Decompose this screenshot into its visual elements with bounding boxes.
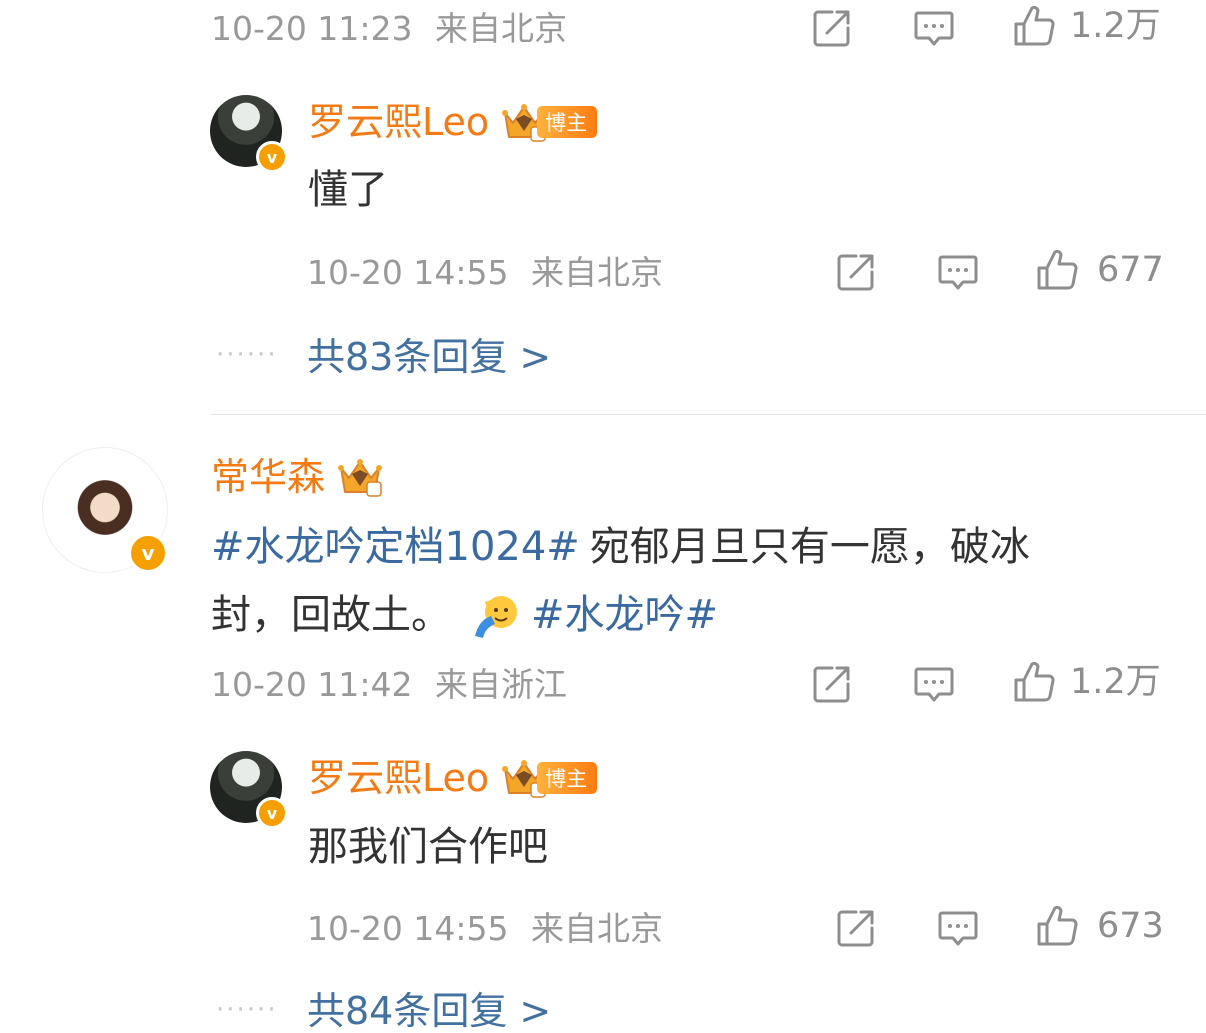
reply-location: 来自北京: [530, 909, 663, 948]
reply-location: 来自北京: [530, 253, 663, 292]
repost-icon[interactable]: [810, 662, 854, 706]
blogger-label: 博主: [545, 111, 588, 135]
comment-icon[interactable]: [912, 6, 956, 50]
reply-header: 罗云熙Leo 博主: [308, 101, 598, 143]
verified-icon: v: [256, 797, 288, 829]
comment-header: 常华森: [211, 456, 383, 498]
comment-location: 来自北京: [434, 9, 567, 48]
reply-text: 那我们合作吧: [308, 824, 548, 870]
comment-text: 封，回故土。: [211, 592, 451, 638]
like-count: 673: [1097, 905, 1164, 946]
crown-level-icon: [337, 456, 383, 498]
like-button[interactable]: 1.2万: [1012, 4, 1161, 48]
blogger-badge: 博主: [537, 762, 598, 794]
repost-icon[interactable]: [834, 250, 878, 294]
ellipsis-dots: ······: [216, 995, 278, 1025]
comment-location: 来自浙江: [434, 665, 567, 704]
verified-icon: v: [256, 141, 288, 173]
like-button[interactable]: 1.2万: [1012, 660, 1161, 704]
comment-time: 10-20 11:42: [211, 665, 413, 704]
repost-icon[interactable]: [810, 6, 854, 50]
more-replies-link[interactable]: 共83条回复 >: [307, 338, 551, 376]
comment-top-meta: 10-20 11:23 来自北京: [211, 12, 567, 45]
username[interactable]: 罗云熙Leo: [308, 103, 489, 141]
reply-meta: 10-20 14:55 来自北京: [307, 256, 663, 289]
like-count: 1.2万: [1070, 661, 1161, 702]
divider: [210, 414, 1206, 415]
comment-icon[interactable]: [936, 250, 980, 294]
reply-time: 10-20 14:55: [307, 253, 509, 292]
thumbs-up-icon: [1035, 904, 1079, 948]
comment-icon[interactable]: [912, 662, 956, 706]
thumbs-up-icon: [1035, 248, 1079, 292]
like-count: 677: [1097, 249, 1164, 290]
comment-icon[interactable]: [936, 906, 980, 950]
thumbs-up-icon: [1012, 660, 1056, 704]
verified-icon: v: [128, 533, 168, 573]
like-button[interactable]: 673: [1035, 904, 1164, 948]
like-button[interactable]: 677: [1035, 248, 1164, 292]
comment-text-line-2: 封，回故土。 #水龙吟#: [211, 590, 718, 640]
repost-icon[interactable]: [834, 906, 878, 950]
topic-link[interactable]: #水龙吟#: [531, 595, 718, 635]
username[interactable]: 罗云熙Leo: [308, 759, 489, 797]
comment-time: 10-20 11:23: [211, 9, 413, 48]
reply-text: 懂了: [308, 167, 388, 213]
blogger-badge: 博主: [537, 106, 598, 138]
comment-text: 宛郁月旦只有一愿，破冰: [589, 524, 1030, 570]
more-replies-link[interactable]: 共84条回复 >: [307, 992, 551, 1030]
thumbs-up-icon: [1012, 4, 1056, 48]
blogger-label: 博主: [545, 767, 588, 791]
saluting-face-emoji: [475, 596, 517, 638]
reply-header: 罗云熙Leo 博主: [308, 757, 598, 799]
like-count: 1.2万: [1070, 5, 1161, 46]
reply-time: 10-20 14:55: [307, 909, 509, 948]
topic-link[interactable]: #水龙吟定档1024#: [211, 524, 580, 570]
ellipsis-dots: ······: [216, 340, 278, 370]
username[interactable]: 常华森: [211, 458, 325, 496]
comment-meta: 10-20 11:42 来自浙江: [211, 668, 567, 701]
reply-meta: 10-20 14:55 来自北京: [307, 912, 663, 945]
comment-text-line-1: #水龙吟定档1024# 宛郁月旦只有一愿，破冰: [211, 527, 1030, 567]
